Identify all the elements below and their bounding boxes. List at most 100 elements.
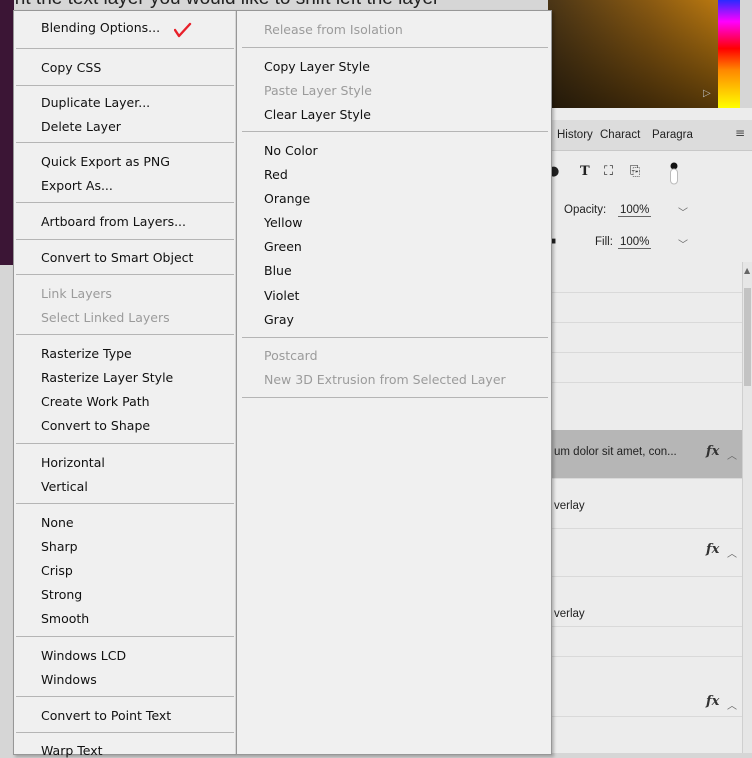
menu-item-export-as[interactable]: Export As... (41, 178, 113, 193)
menu-item-gray[interactable]: Gray (264, 312, 294, 327)
opacity-value[interactable]: 100% (618, 204, 652, 217)
menu-separator (16, 142, 234, 143)
layer-context-menu-right: Release from Isolation Copy Layer Style … (236, 10, 552, 755)
tab-character[interactable]: Charact (600, 129, 640, 141)
menu-item-copy-layer-style[interactable]: Copy Layer Style (264, 59, 370, 74)
opacity-label: Opacity: (564, 204, 607, 216)
menu-item-link-layers[interactable]: Link Layers (41, 286, 112, 301)
layer-row[interactable] (548, 382, 742, 431)
layer-row[interactable] (548, 626, 742, 657)
menu-item-vertical[interactable]: Vertical (41, 479, 88, 494)
canvas-area[interactable] (0, 0, 14, 265)
panel-tabs: History Charact Paragra (548, 120, 752, 151)
layers-list: um dolor sit amet, con... fx ︿ verlay fx… (548, 262, 742, 753)
caret-up-icon[interactable]: ︿ (727, 697, 737, 712)
menu-item-antialias-strong[interactable]: Strong (41, 587, 82, 602)
layer-row[interactable]: verlay (548, 478, 742, 529)
menu-separator (16, 636, 234, 637)
menu-separator (242, 397, 548, 398)
menu-item-clear-layer-style[interactable]: Clear Layer Style (264, 107, 371, 122)
layer-row[interactable] (548, 292, 742, 323)
menu-item-antialias-crisp[interactable]: Crisp (41, 563, 73, 578)
opacity-chevron-down-icon[interactable]: ﹀ (678, 204, 688, 219)
menu-item-new-3d-extrusion[interactable]: New 3D Extrusion from Selected Layer (264, 372, 506, 387)
menu-separator (16, 274, 234, 275)
caret-up-icon[interactable]: ︿ (727, 447, 737, 462)
layer-row[interactable] (548, 352, 742, 383)
layer-effects-icon[interactable]: fx (706, 694, 719, 709)
menu-item-antialias-smooth[interactable]: Smooth (41, 611, 89, 626)
shape-filter-icon[interactable]: ⛶ (604, 164, 613, 179)
menu-item-blue[interactable]: Blue (264, 263, 292, 278)
layer-row[interactable]: fx ︿ (548, 656, 742, 717)
fill-row: ■ Fill: 100% ﹀ (548, 236, 752, 258)
layer-row[interactable] (548, 262, 742, 293)
menu-item-create-work-path[interactable]: Create Work Path (41, 394, 150, 409)
caret-up-icon[interactable]: ︿ (727, 545, 737, 560)
menu-item-violet[interactable]: Violet (264, 288, 299, 303)
filter-toggle-icon[interactable] (668, 161, 680, 189)
menu-item-blending-options[interactable]: Blending Options... (41, 20, 160, 35)
menu-item-delete-layer[interactable]: Delete Layer (41, 119, 121, 134)
menu-item-rasterize-layer-style[interactable]: Rasterize Layer Style (41, 370, 173, 385)
layer-row[interactable] (548, 322, 742, 353)
menu-separator (242, 47, 548, 48)
menu-separator (16, 85, 234, 86)
scrollbar-thumb[interactable] (744, 288, 751, 386)
layer-effects-icon[interactable]: fx (706, 542, 719, 557)
opacity-row: Opacity: 100% ﹀ (548, 204, 752, 226)
hamburger-icon[interactable]: ≡ (735, 126, 749, 140)
menu-separator (242, 337, 548, 338)
layer-effect-name: verlay (554, 608, 585, 620)
menu-item-horizontal[interactable]: Horizontal (41, 455, 105, 470)
menu-item-no-color[interactable]: No Color (264, 143, 318, 158)
menu-item-antialias-none[interactable]: None (41, 515, 74, 530)
menu-item-postcard[interactable]: Postcard (264, 348, 318, 363)
layer-effects-icon[interactable]: fx (706, 444, 719, 459)
menu-item-convert-to-shape[interactable]: Convert to Shape (41, 418, 150, 433)
menu-separator (16, 443, 234, 444)
layer-row[interactable]: verlay (548, 576, 742, 627)
fill-label: Fill: (595, 236, 613, 248)
menu-item-artboard-from-layers[interactable]: Artboard from Layers... (41, 214, 186, 229)
menu-separator (16, 503, 234, 504)
menu-item-paste-layer-style[interactable]: Paste Layer Style (264, 83, 372, 98)
tab-history[interactable]: History (557, 129, 593, 141)
layer-context-menu-left: Blending Options... Copy CSS Duplicate L… (13, 10, 236, 758)
menu-item-release-from-isolation[interactable]: Release from Isolation (264, 22, 403, 37)
menu-item-rasterize-type[interactable]: Rasterize Type (41, 346, 132, 361)
layer-effect-name: verlay (554, 500, 585, 512)
layer-row[interactable]: fx ︿ (548, 528, 742, 577)
checkmark-icon (174, 22, 192, 38)
menu-separator (16, 696, 234, 697)
menu-separator (16, 202, 234, 203)
menu-separator (242, 131, 548, 132)
menu-item-select-linked-layers[interactable]: Select Linked Layers (41, 310, 170, 325)
menu-item-convert-to-point-text[interactable]: Convert to Point Text (41, 708, 171, 723)
menu-item-green[interactable]: Green (264, 239, 302, 254)
type-filter-icon[interactable]: T (580, 164, 590, 179)
menu-item-windows[interactable]: Windows (41, 672, 97, 687)
menu-item-duplicate-layer[interactable]: Duplicate Layer... (41, 95, 150, 110)
menu-item-orange[interactable]: Orange (264, 191, 310, 206)
menu-item-windows-lcd[interactable]: Windows LCD (41, 648, 126, 663)
smart-object-filter-icon[interactable]: ⎘ (630, 164, 640, 179)
layer-row-selected[interactable]: um dolor sit amet, con... fx ︿ (548, 430, 742, 479)
hue-slider-arrow-icon[interactable]: ▷ (703, 88, 713, 100)
menu-item-copy-css[interactable]: Copy CSS (41, 60, 101, 75)
menu-item-convert-to-smart-object[interactable]: Convert to Smart Object (41, 250, 193, 265)
hue-slider[interactable] (718, 0, 740, 108)
menu-item-quick-export-png[interactable]: Quick Export as PNG (41, 154, 170, 169)
menu-item-warp-text[interactable]: Warp Text (41, 743, 103, 758)
layer-name: um dolor sit amet, con... (554, 446, 677, 458)
fill-value[interactable]: 100% (618, 236, 652, 249)
menu-item-red[interactable]: Red (264, 167, 288, 182)
menu-separator (16, 239, 234, 240)
scroll-up-arrow-icon[interactable]: ▲ (744, 266, 750, 275)
fill-chevron-down-icon[interactable]: ﹀ (678, 236, 688, 251)
color-picker-shade (548, 0, 718, 108)
menu-item-yellow[interactable]: Yellow (264, 215, 302, 230)
menu-item-antialias-sharp[interactable]: Sharp (41, 539, 78, 554)
tab-paragraph[interactable]: Paragra (652, 129, 693, 141)
menu-separator (16, 48, 234, 49)
